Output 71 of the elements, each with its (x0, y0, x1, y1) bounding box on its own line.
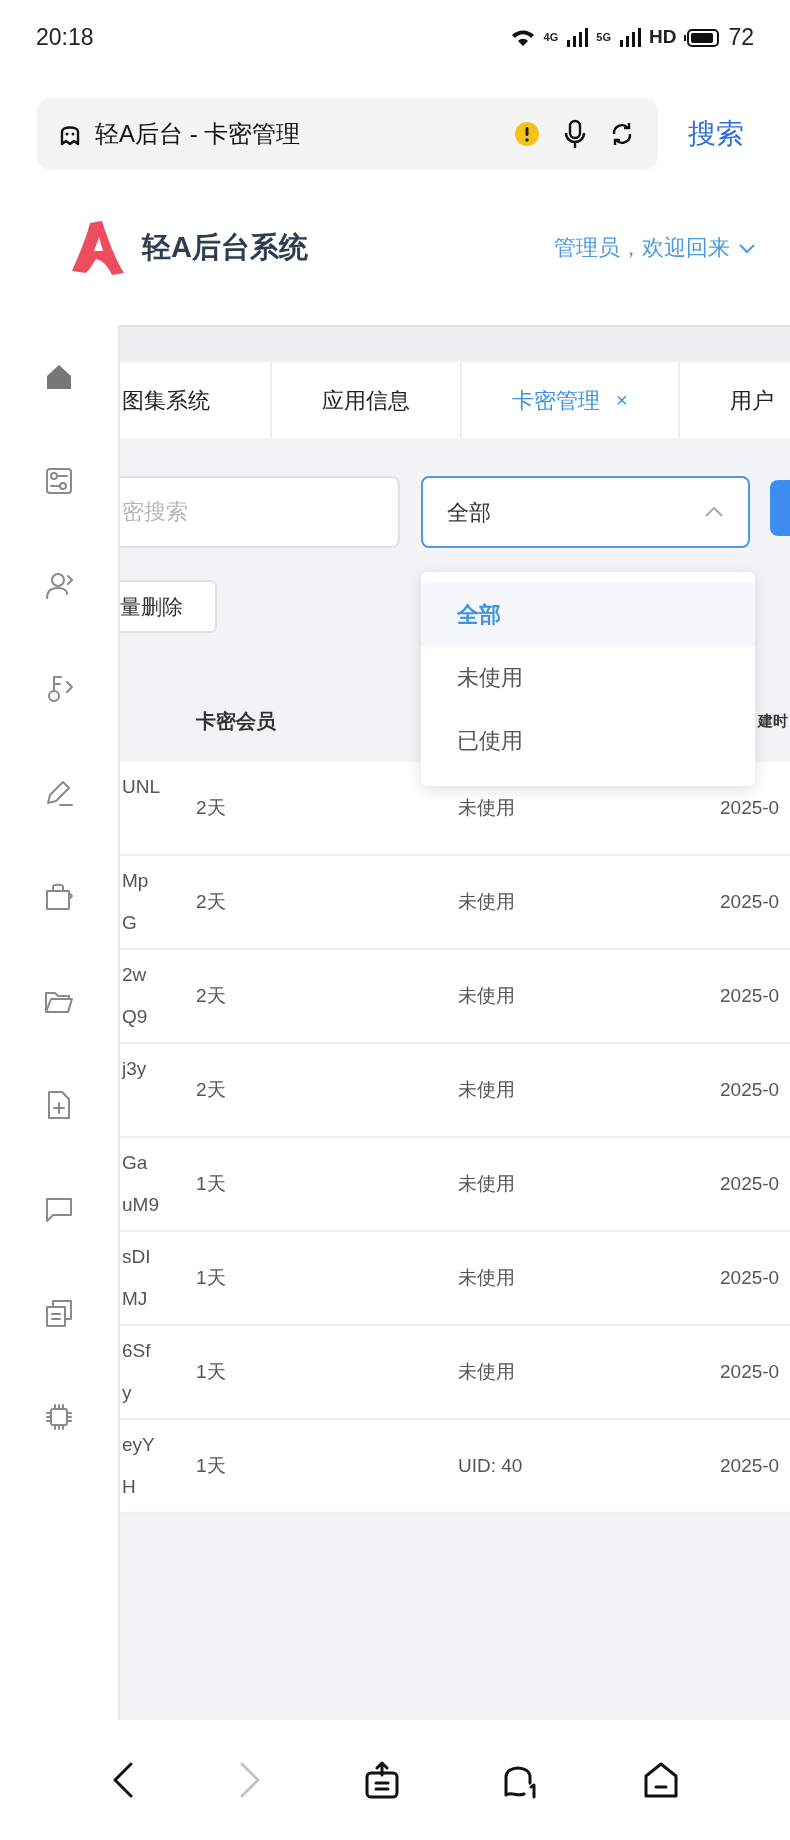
batch-delete-button[interactable]: 量删除 (120, 580, 217, 633)
table-cell-text: 1天 (196, 1265, 226, 1290)
table-cell-text: 2025-0 (720, 795, 780, 820)
table-cell-text: 2025-0 (720, 1359, 780, 1384)
chevron-up-icon (704, 506, 725, 518)
hd-label: HD (648, 25, 677, 50)
table-cell-text: 2w (122, 963, 147, 987)
table-cell-text: 2025-0 (720, 1265, 780, 1290)
table-cell-text: 未使用 (458, 1265, 515, 1290)
table-cell-text: 1天 (196, 1171, 226, 1196)
brand-title: 轻A后台系统 (142, 229, 308, 265)
table-cell-text: 1天 (196, 1453, 226, 1478)
table-cell-text: 2天 (196, 889, 226, 914)
table-cell-text: eyY (122, 1433, 155, 1457)
table-cell-text: 未使用 (458, 795, 515, 820)
dropdown-option[interactable]: 已使用 (421, 709, 755, 772)
home-icon[interactable] (642, 1762, 679, 1798)
battery-icon (684, 27, 721, 48)
table-cell-text: H (122, 1475, 136, 1499)
table-cell-text: 未使用 (458, 1077, 515, 1102)
table-cell-text: 2025-0 (720, 1077, 780, 1102)
clock-time: 20:18 (36, 23, 94, 53)
table-cell-text: UNL (122, 775, 160, 799)
refresh-icon[interactable] (610, 122, 634, 146)
dropdown-option[interactable]: 未使用 (421, 646, 755, 709)
battery-level: 72 (728, 23, 754, 53)
table-cell-text: 2025-0 (720, 1453, 780, 1478)
table-cell-text: y (122, 1381, 132, 1405)
table-cell-text: 未使用 (458, 889, 515, 914)
column-header: 卡密会员 (195, 709, 277, 734)
table-cell-text: 2025-0 (720, 1171, 780, 1196)
table-cell-text: 未使用 (458, 1171, 515, 1196)
table-cell-text: 未使用 (458, 983, 515, 1008)
tab[interactable]: 用户 (679, 362, 790, 438)
table-cell-text: G (122, 911, 137, 935)
network-label: 4G (543, 32, 559, 43)
share-icon[interactable] (363, 1761, 400, 1799)
chevron-down-icon (738, 241, 756, 254)
table-cell-text: uM9 (122, 1193, 159, 1217)
signal-icon (618, 27, 641, 48)
table-cell-text: j3y (122, 1057, 147, 1081)
table-cell-text: UID: 40 (458, 1453, 523, 1478)
column-header: 建时 (756, 710, 789, 731)
table-cell-text: Ga (122, 1151, 148, 1175)
table-cell-text: MJ (122, 1287, 148, 1311)
microphone-icon[interactable] (564, 119, 586, 149)
documents-icon[interactable] (43, 1297, 75, 1329)
tab[interactable]: 图集系统 (120, 362, 270, 438)
table-cell-text: 2天 (196, 1077, 226, 1102)
table-cell-text: 未使用 (458, 1359, 515, 1384)
address-bar[interactable]: 轻A后台 - 卡密管理 (37, 98, 658, 170)
status-select[interactable]: 全部 (421, 476, 751, 548)
network-label: 5G (596, 32, 611, 43)
table-cell-text: 6Sf (122, 1339, 151, 1363)
chip-icon[interactable] (43, 1401, 75, 1433)
table-cell-text: 2天 (196, 795, 226, 820)
search-field[interactable]: 密搜索 (120, 476, 400, 548)
warning-icon[interactable] (514, 121, 540, 147)
signal-icon (566, 27, 589, 48)
bag-icon[interactable] (43, 881, 75, 913)
table-cell-text: 2025-0 (720, 983, 780, 1008)
table-cell-text: Q9 (122, 1005, 148, 1029)
table-cell-text: 2025-0 (720, 889, 780, 914)
table-cell-text: 1天 (196, 1359, 226, 1384)
table-cell-text: sDI (122, 1245, 151, 1269)
search-button[interactable]: 搜索 (688, 113, 744, 155)
sliders-icon[interactable] (43, 465, 75, 497)
primary-button[interactable] (770, 480, 790, 536)
tab[interactable]: 应用信息 (272, 362, 460, 438)
table-cell-text: Mp (122, 869, 149, 893)
table-cell-text: 2天 (196, 983, 226, 1008)
